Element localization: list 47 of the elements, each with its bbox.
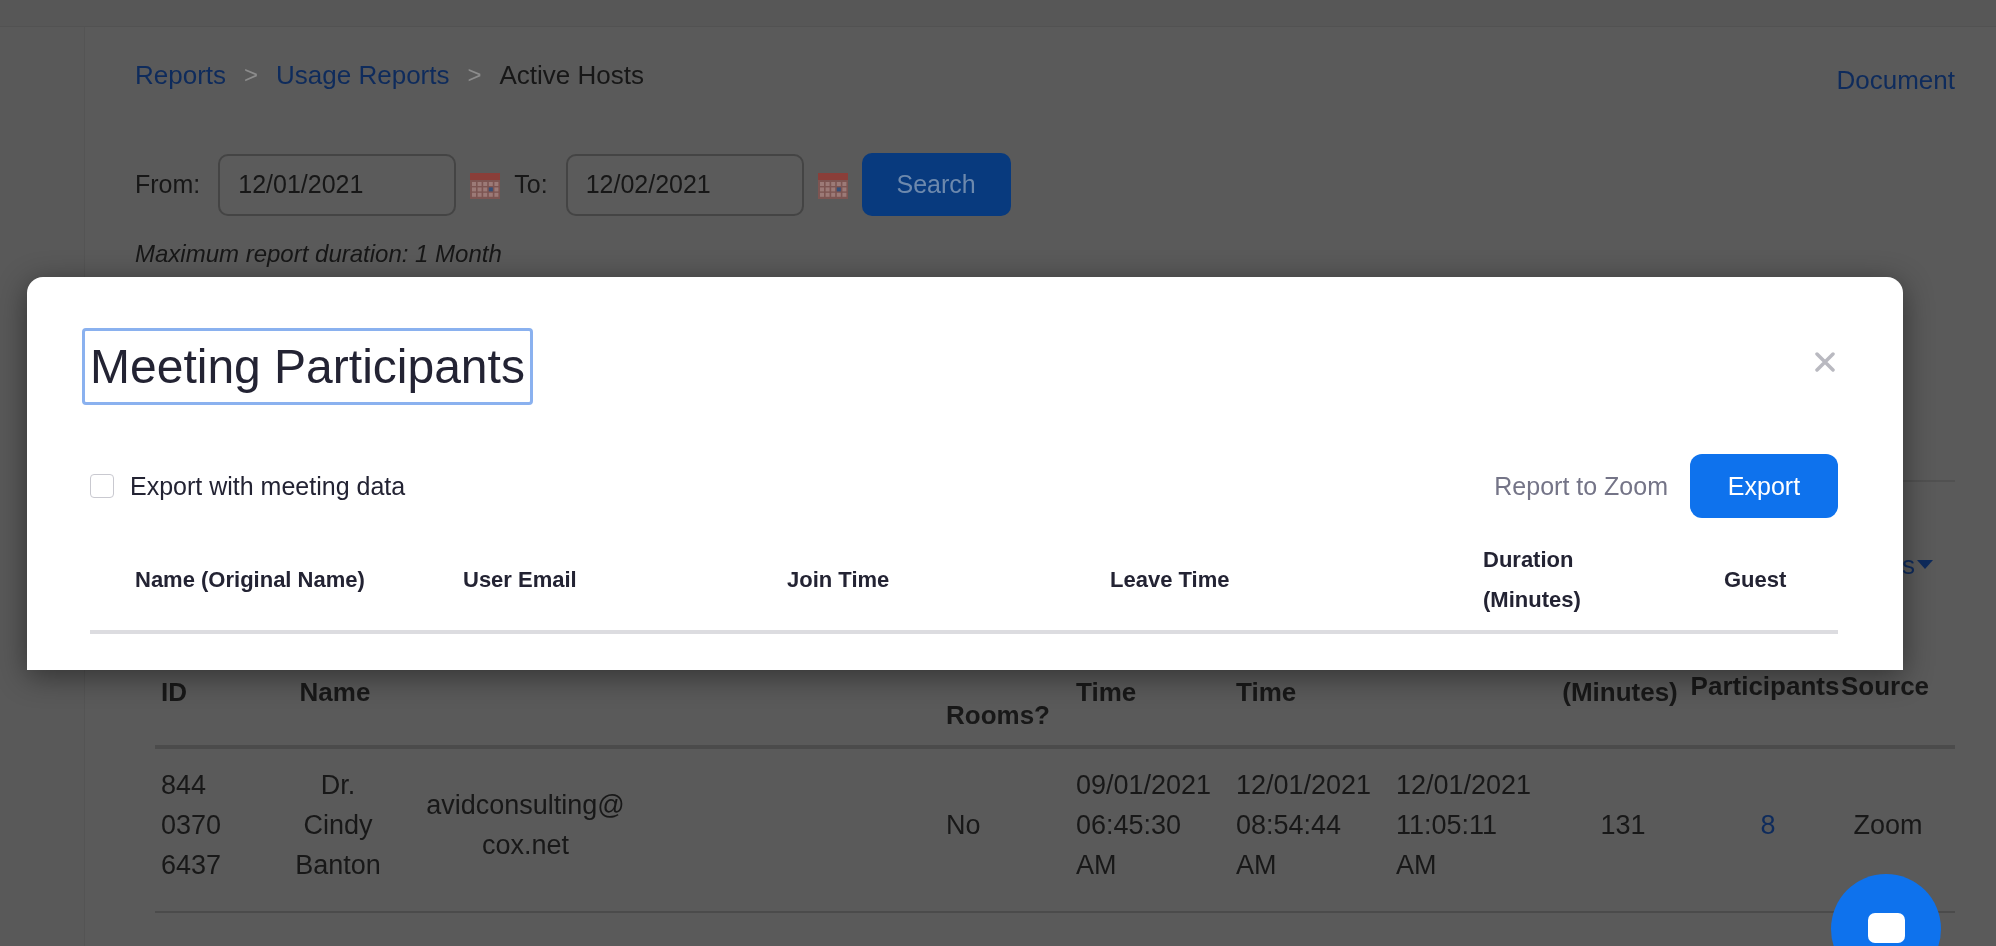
table-cell-text: 12/01/2021 08:54:44 AM: [1236, 769, 1373, 882]
report-link[interactable]: Report to Zoom: [1494, 471, 1668, 501]
modal-title: Meeting Participants: [82, 328, 533, 405]
export-button[interactable]: Export: [1690, 454, 1838, 518]
column-header: User Email: [463, 566, 577, 594]
breadcrumb-separator: >: [244, 61, 259, 89]
participants-link[interactable]: 8: [1760, 805, 1776, 845]
column-header: Duration (Minutes): [1483, 546, 1582, 614]
column-header: Time: [1236, 677, 1297, 707]
breadcrumb-link[interactable]: Usage Reports: [276, 59, 450, 91]
column-header: Source: [1840, 671, 1930, 701]
column-header: Rooms?: [946, 700, 1050, 730]
column-header: Leave Time: [1110, 566, 1230, 594]
column-header: Join Time: [787, 566, 890, 594]
calendar-icon[interactable]: [470, 170, 501, 199]
table-cell-text: 12/01/2021 11:05:11 AM: [1396, 769, 1533, 882]
to-label: To:: [514, 170, 548, 199]
calendar-icon[interactable]: [817, 170, 848, 199]
chat-button[interactable]: [1831, 874, 1941, 946]
duration-note: Maximum report duration: 1 Month: [135, 240, 503, 268]
caret-icon[interactable]: [1917, 560, 1933, 570]
table-cell-text: avidconsulting@cox.net: [425, 789, 626, 862]
column-header: Time: [1076, 677, 1137, 707]
breadcrumb-link[interactable]: Reports: [135, 59, 227, 91]
table-cell-text: Dr. Cindy Banton: [294, 769, 382, 882]
table-cell-text: 844 0370 6437: [161, 769, 223, 882]
table-cell-text: No: [946, 809, 981, 842]
table-cell-text: 131: [1600, 809, 1646, 842]
column-header: Guest: [1724, 566, 1787, 594]
document-link[interactable]: Document: [1836, 64, 1955, 96]
column-header: Participants: [1690, 671, 1840, 701]
table-cell-text: 09/01/2021 06:45:30 AM: [1076, 769, 1213, 882]
column-header: Name: [299, 677, 371, 707]
table-cell-text: Zoom: [1853, 809, 1923, 842]
columns-menu[interactable]: s: [1902, 546, 1933, 584]
to-date-field[interactable]: 12/02/2021: [565, 153, 804, 216]
column-header: (Minutes): [1562, 677, 1678, 707]
breadcrumb-current: Active Hosts: [499, 59, 644, 91]
checkbox-label: Export with meeting data: [130, 471, 406, 501]
column-header: Name (Original Name): [135, 566, 365, 594]
column-header: ID: [161, 677, 187, 707]
from-label: From:: [135, 170, 201, 199]
search-button[interactable]: Search: [861, 153, 1011, 216]
checkbox[interactable]: [90, 474, 114, 498]
from-date-field[interactable]: 12/01/2021: [218, 153, 457, 216]
breadcrumb-separator: >: [467, 61, 482, 89]
close-icon[interactable]: [1815, 352, 1835, 372]
